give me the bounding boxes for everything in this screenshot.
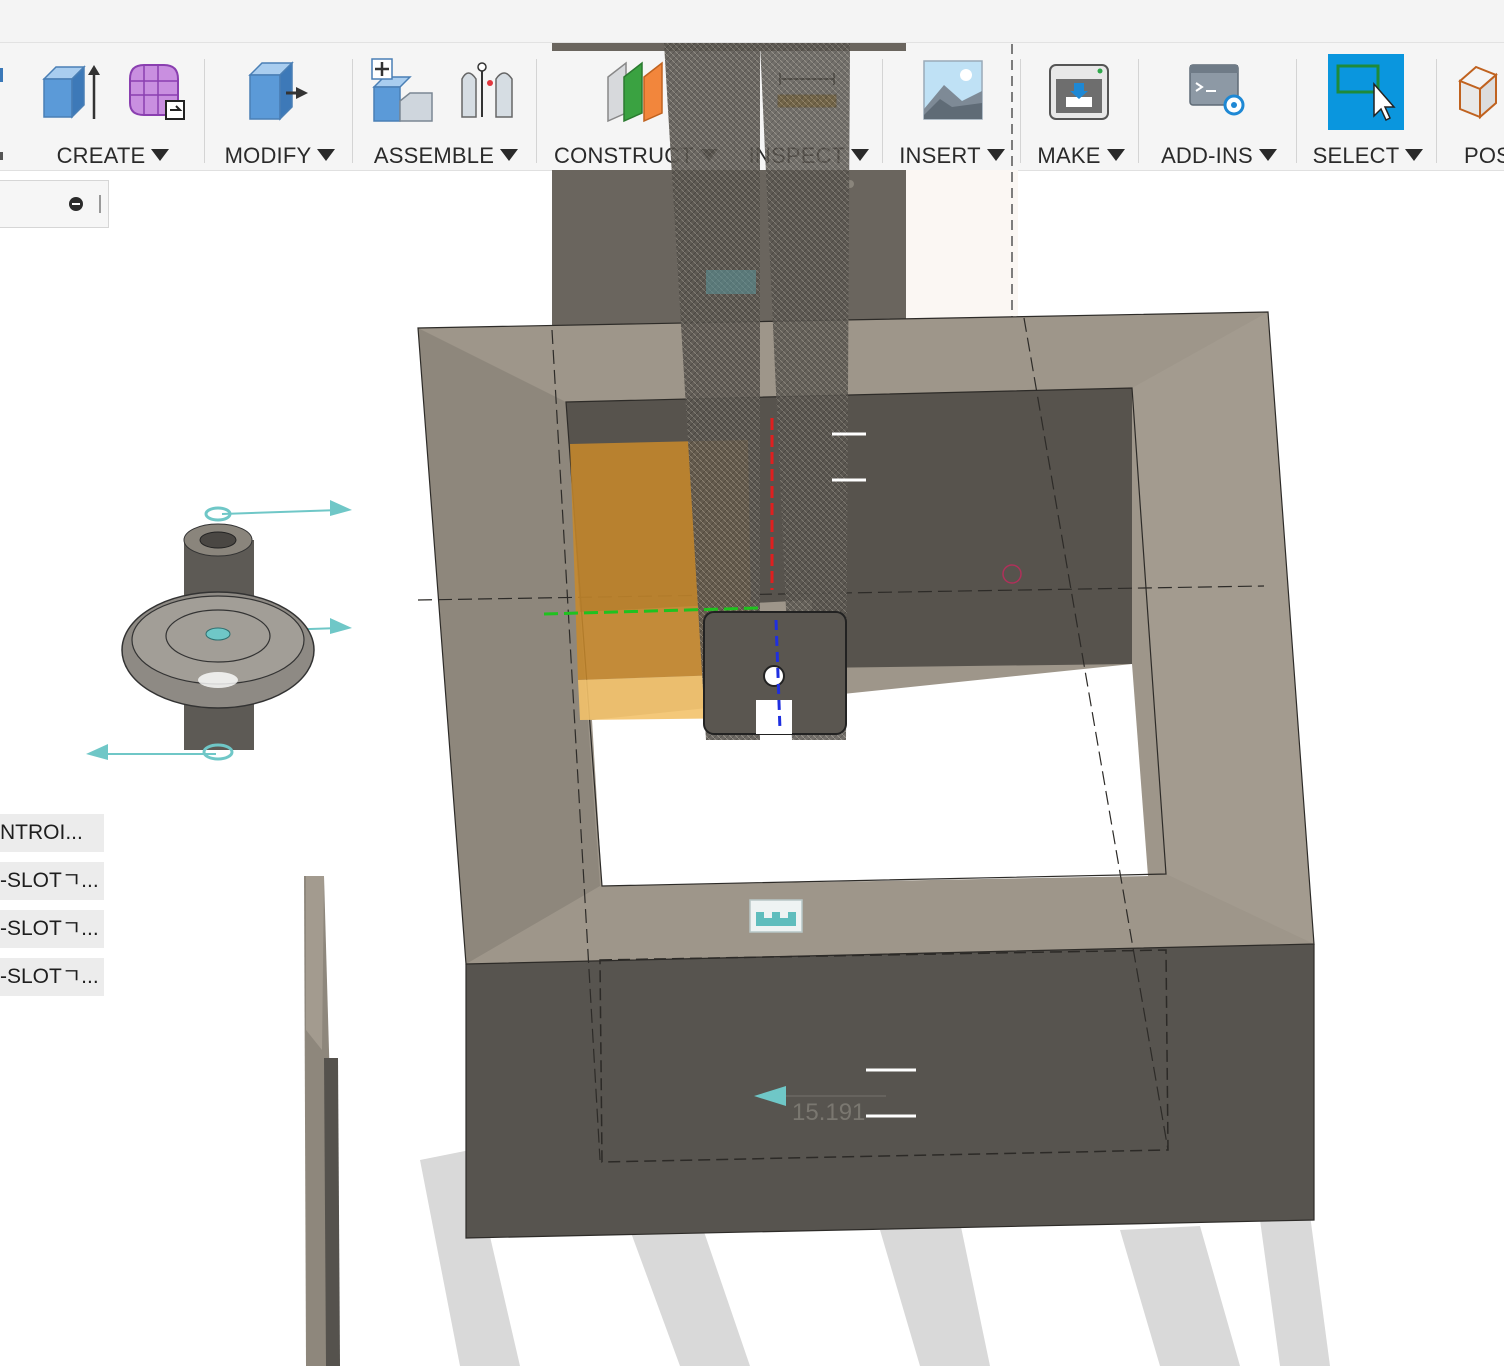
frame-front-face xyxy=(466,944,1314,1238)
3d-viewport[interactable]: 15.191 xyxy=(0,0,1504,1366)
side-thin-panel xyxy=(304,876,340,1366)
dimension-value[interactable]: 15.191 xyxy=(792,1099,865,1126)
wheel-component[interactable] xyxy=(86,500,352,761)
joint-glyph-icon[interactable] xyxy=(749,899,803,933)
